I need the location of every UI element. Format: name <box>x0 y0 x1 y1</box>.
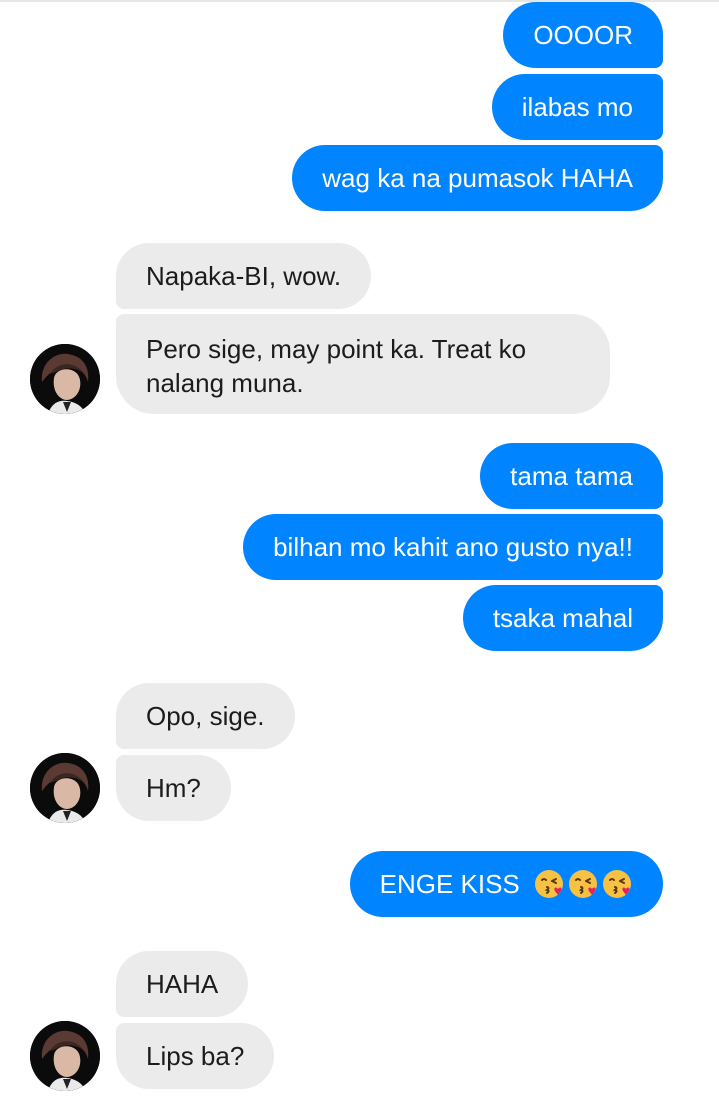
incoming-message[interactable]: Opo, sige. <box>116 683 295 749</box>
incoming-message[interactable]: Pero sige, may point ka. Treat ko nalang… <box>116 314 610 414</box>
message-text: HAHA <box>146 969 219 999</box>
contact-avatar[interactable] <box>30 1021 100 1091</box>
avatar-photo-icon <box>30 753 100 823</box>
face-blowing-kiss-icon <box>601 868 633 900</box>
outgoing-message[interactable]: ilabas mo <box>491 74 663 140</box>
incoming-message[interactable]: HAHA <box>116 951 249 1017</box>
message-text: ENGE KISS <box>379 869 520 899</box>
message-text: Opo, sige. <box>146 701 265 731</box>
message-text: ilabas mo <box>521 92 633 122</box>
message-text: Lips ba? <box>146 1041 245 1071</box>
message-text: OOOOR <box>533 20 633 50</box>
message-text: tsaka mahal <box>492 603 633 633</box>
outgoing-message[interactable]: tsaka mahal <box>462 585 663 651</box>
message-text: wag ka na pumasok HAHA <box>322 163 633 193</box>
outgoing-message[interactable]: ENGE KISS <box>349 851 663 917</box>
face-blowing-kiss-icon <box>567 868 599 900</box>
contact-avatar[interactable] <box>30 344 100 414</box>
message-text: Napaka-BI, wow. <box>146 261 342 291</box>
message-text: bilhan mo kahit ano gusto nya!! <box>273 532 633 562</box>
message-text: tama tama <box>510 461 633 491</box>
outgoing-message[interactable]: bilhan mo kahit ano gusto nya!! <box>243 514 663 580</box>
message-text: Pero sige, may point ka. Treat ko nalang… <box>146 334 527 398</box>
outgoing-message[interactable]: wag ka na pumasok HAHA <box>292 145 663 211</box>
outgoing-message[interactable]: tama tama <box>480 443 663 509</box>
outgoing-message[interactable]: OOOOR <box>503 2 663 68</box>
incoming-message[interactable]: Lips ba? <box>116 1023 275 1089</box>
incoming-message[interactable]: Hm? <box>116 755 231 821</box>
incoming-message[interactable]: Napaka-BI, wow. <box>116 243 372 309</box>
message-text: Hm? <box>146 773 201 803</box>
emoji-group <box>533 868 633 900</box>
avatar-photo-icon <box>30 1021 100 1091</box>
face-blowing-kiss-icon <box>533 868 565 900</box>
avatar-photo-icon <box>30 344 100 414</box>
contact-avatar[interactable] <box>30 753 100 823</box>
